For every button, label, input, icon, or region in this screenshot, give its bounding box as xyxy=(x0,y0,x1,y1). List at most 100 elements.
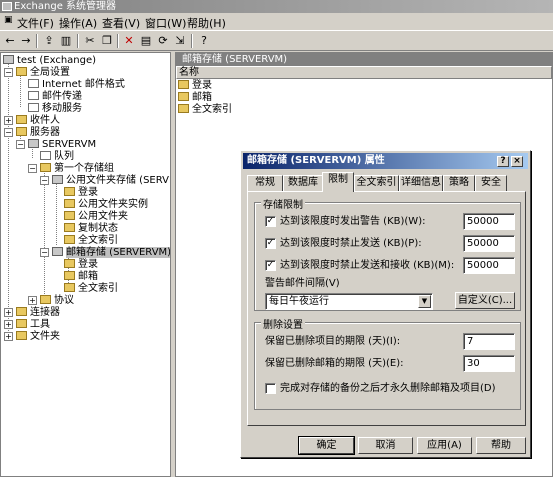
tree-recipients[interactable]: 收件人 xyxy=(16,115,60,127)
customize-button[interactable]: 自定义(C)... xyxy=(455,292,515,309)
folder-icon xyxy=(16,307,27,316)
properties-icon[interactable]: ▤ xyxy=(138,33,154,48)
folder-icon xyxy=(64,199,75,208)
tree-tools[interactable]: 工具 xyxy=(16,319,50,331)
tree-pf-replication[interactable]: 复制状态 xyxy=(64,223,118,235)
backup-delete-checkbox[interactable] xyxy=(265,383,276,394)
tree-mobile-services[interactable]: 移动服务 xyxy=(28,103,82,115)
tree-collapse-toggle[interactable]: − xyxy=(16,140,25,149)
prohibit-send-checkbox[interactable]: ✓ xyxy=(265,238,276,249)
export-list-icon[interactable]: ⇲ xyxy=(172,33,188,48)
tree-pf-logons[interactable]: 登录 xyxy=(64,187,98,199)
tree-expand-toggle[interactable]: + xyxy=(4,320,13,329)
properties-dialog: 邮箱存储 (SERVERVM) 属性 ? × 常规 数据库 限制 全文索引 详细… xyxy=(240,150,531,458)
tree-expand-toggle[interactable]: + xyxy=(4,308,13,317)
tab-security[interactable]: 安全 xyxy=(475,175,507,191)
tree-pf-folders[interactable]: 公用文件夹 xyxy=(64,211,128,223)
prohibit-send-receive-input[interactable]: 50000 xyxy=(463,257,515,274)
console-tree: test (Exchange) − 全局设置 Internet 邮件格式 邮件传… xyxy=(0,52,171,477)
tab-database[interactable]: 数据库 xyxy=(283,175,323,191)
prohibit-send-receive-checkbox[interactable]: ✓ xyxy=(265,260,276,271)
up-folder-icon[interactable]: ⇪ xyxy=(41,33,57,48)
help-icon[interactable]: ? xyxy=(196,33,212,48)
cut-icon[interactable]: ✂ xyxy=(82,33,98,48)
tree-connectors[interactable]: 连接器 xyxy=(16,307,60,319)
tree-servers[interactable]: 服务器 xyxy=(16,127,60,139)
ok-button[interactable]: 确定 xyxy=(298,436,355,455)
warn-checkbox[interactable]: ✓ xyxy=(265,216,276,227)
tree-global-settings[interactable]: 全局设置 xyxy=(16,67,70,79)
tree-server[interactable]: SERVERVM xyxy=(28,139,96,151)
tree-mb-fulltext[interactable]: 全文索引 xyxy=(64,283,118,295)
mobile-services-icon xyxy=(28,103,39,112)
exchange-app-icon xyxy=(2,2,12,11)
folder-icon xyxy=(64,271,75,280)
folder-icon xyxy=(178,104,189,113)
menu-action[interactable]: 操作(A) xyxy=(59,15,97,31)
storage-limits-title: 存储限制 xyxy=(261,196,305,211)
tree-mb-logons[interactable]: 登录 xyxy=(64,259,98,271)
toolbar: ← → ⇪ ▥ ✂ ❐ ✕ ▤ ⟳ ⇲ ? xyxy=(0,31,553,51)
chevron-down-icon[interactable]: ▼ xyxy=(418,295,431,308)
console-menu-icon[interactable]: ▣ xyxy=(4,15,13,25)
warn-interval-select[interactable]: 每日午夜运行 ▼ xyxy=(265,293,433,310)
keep-items-input[interactable]: 7 xyxy=(463,333,515,350)
list-item[interactable]: 全文索引 xyxy=(178,104,232,116)
column-header-name[interactable]: 名称 xyxy=(176,66,552,79)
folder-icon xyxy=(178,92,189,101)
tree-root[interactable]: test (Exchange) xyxy=(3,55,96,67)
help-button[interactable]: 帮助 xyxy=(476,437,526,454)
tree-mb-mailboxes[interactable]: 邮箱 xyxy=(64,271,98,283)
show-tree-icon[interactable]: ▥ xyxy=(58,33,74,48)
copy-icon[interactable]: ❐ xyxy=(99,33,115,48)
menu-view[interactable]: 查看(V) xyxy=(102,15,140,31)
tree-expand-toggle[interactable]: + xyxy=(4,116,13,125)
folder-icon xyxy=(16,67,27,76)
tree-collapse-toggle[interactable]: − xyxy=(4,128,13,137)
keep-mailboxes-input[interactable]: 30 xyxy=(463,355,515,372)
menu-file[interactable]: 文件(F) xyxy=(17,15,54,31)
tree-line xyxy=(8,63,9,333)
tree-expand-toggle[interactable]: + xyxy=(4,332,13,341)
delete-icon[interactable]: ✕ xyxy=(121,33,137,48)
tree-message-delivery[interactable]: 邮件传递 xyxy=(28,91,82,103)
tree-collapse-toggle[interactable]: − xyxy=(40,176,49,185)
prohibit-send-input[interactable]: 50000 xyxy=(463,235,515,252)
tree-collapse-toggle[interactable]: − xyxy=(28,164,37,173)
list-item[interactable]: 登录 xyxy=(178,80,212,92)
cancel-button[interactable]: 取消 xyxy=(358,437,413,454)
apply-button[interactable]: 应用(A) xyxy=(417,437,472,454)
tree-queues[interactable]: 队列 xyxy=(40,151,74,163)
tab-fulltext[interactable]: 全文索引 xyxy=(354,175,399,191)
tree-pf-fulltext[interactable]: 全文索引 xyxy=(64,235,118,247)
tree-pf-instances[interactable]: 公用文件夹实例 xyxy=(64,199,148,211)
folder-icon xyxy=(64,259,75,268)
storage-group-icon xyxy=(40,163,51,172)
tree-collapse-toggle[interactable]: − xyxy=(4,68,13,77)
tree-public-folder-store[interactable]: 公用文件夹存储 (SERVERV xyxy=(52,175,170,187)
forward-icon[interactable]: → xyxy=(18,33,34,48)
message-delivery-icon xyxy=(28,91,39,100)
tree-mailbox-store[interactable]: 邮箱存储 (SERVERVM) xyxy=(52,247,170,259)
dialog-help-button[interactable]: ? xyxy=(497,156,509,167)
list-item[interactable]: 邮箱 xyxy=(178,92,212,104)
tab-policies[interactable]: 策略 xyxy=(443,175,475,191)
warn-limit-input[interactable]: 50000 xyxy=(463,213,515,230)
tree-first-storage-group[interactable]: 第一个存储组 xyxy=(40,163,114,175)
toolbar-separator xyxy=(117,34,119,48)
folder-icon xyxy=(64,211,75,220)
tree-internet-format[interactable]: Internet 邮件格式 xyxy=(28,79,125,91)
refresh-icon[interactable]: ⟳ xyxy=(155,33,171,48)
tab-limits[interactable]: 限制 xyxy=(322,172,354,192)
tree-collapse-toggle[interactable]: − xyxy=(40,248,49,257)
tab-details[interactable]: 详细信息 xyxy=(399,175,443,191)
menu-help[interactable]: 帮助(H) xyxy=(187,15,226,31)
menu-window[interactable]: 窗口(W) xyxy=(145,15,186,31)
tree-expand-toggle[interactable]: + xyxy=(28,296,37,305)
tab-general[interactable]: 常规 xyxy=(247,175,283,191)
tree-folders[interactable]: 文件夹 xyxy=(16,331,60,343)
dialog-close-button[interactable]: × xyxy=(511,156,523,167)
back-icon[interactable]: ← xyxy=(2,33,18,48)
toolbar-separator xyxy=(36,34,38,48)
tree-protocols[interactable]: 协议 xyxy=(40,295,74,307)
